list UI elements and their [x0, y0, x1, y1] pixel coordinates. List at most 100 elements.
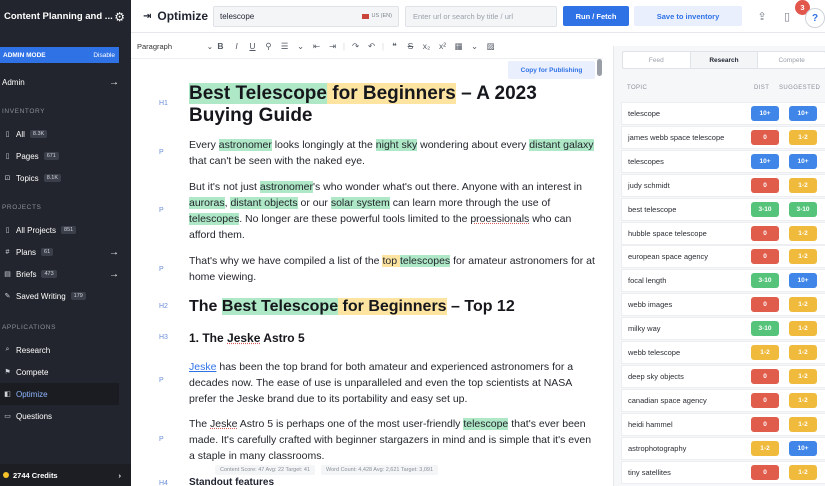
export-icon[interactable]: ⇪ — [754, 8, 770, 24]
text: Every — [189, 139, 219, 151]
run-fetch-button[interactable]: Run / Fetch — [563, 6, 629, 26]
topic-row[interactable]: best telescope 3-10 3-10 — [621, 197, 825, 221]
credits-footer[interactable]: 2744 Credits › — [0, 464, 131, 486]
top-bar: ⇥ Optimize telescope US (EN) Enter url o… — [131, 0, 825, 33]
copy-for-publishing-button[interactable]: Copy for Publishing — [508, 61, 595, 79]
heading-3[interactable]: 1. The Jeske Astro 5 — [189, 331, 595, 346]
device-icon[interactable]: ▯ — [779, 8, 795, 24]
topic-label: telescope — [628, 109, 661, 118]
briefs-icon: ▤ — [4, 271, 11, 278]
admin-disable-button[interactable]: Disable — [93, 52, 115, 59]
strikethrough-icon[interactable]: S — [403, 41, 418, 51]
topic-label: hubble space telescope — [628, 228, 707, 238]
topic-row[interactable]: james webb space telescope 0 1-2 — [621, 125, 825, 149]
heading-2[interactable]: The Best Telescope for Beginners – Top 1… — [189, 297, 595, 316]
save-to-inventory-button[interactable]: Save to inventory — [634, 6, 742, 26]
topic-row[interactable]: astrophotography 1-2 10+ — [621, 436, 825, 460]
sidebar-item-optimize[interactable]: ◧ Optimize — [0, 383, 119, 405]
paragraph[interactable]: Jeske has been the top brand for both am… — [189, 359, 595, 407]
topic-row[interactable]: milky way 3-10 1-2 — [621, 317, 825, 341]
sidebar-item-research[interactable]: ⌕ Research — [0, 339, 131, 361]
dist-badge: 0 — [751, 464, 779, 480]
link-icon[interactable]: ⚲ — [261, 41, 276, 52]
tab-compete[interactable]: Compete — [758, 52, 825, 68]
questions-icon: ▭ — [4, 413, 11, 420]
chevron-down-icon[interactable]: ⌄ — [467, 41, 482, 52]
italic-icon[interactable]: I — [229, 41, 244, 51]
sidebar-item-questions[interactable]: ▭ Questions — [0, 405, 131, 427]
sidebar-item-admin[interactable]: Admin → — [0, 71, 131, 93]
location-selector[interactable]: US (EN) — [372, 13, 392, 19]
topic-row[interactable]: focal length 3-10 10+ — [621, 269, 825, 293]
outdent-icon[interactable]: ⇤ — [309, 41, 324, 52]
paragraph[interactable]: But it's not just astronomer's who wonde… — [189, 179, 595, 243]
underline-icon[interactable]: U — [245, 41, 260, 51]
sidebar-item-all[interactable]: ▯ All 8.3K — [0, 123, 131, 145]
editor-toolbar: Paragraph ⌄ B I U ⚲ ☰ ⌄ ⇤ ⇥ | ↷ ↶ | ❝ S … — [131, 34, 603, 59]
count-badge: 671 — [43, 152, 59, 160]
sidebar-item-label: Topics — [16, 173, 39, 183]
paragraph[interactable]: That's why we have compiled a list of th… — [189, 253, 595, 285]
sidebar-item-compete[interactable]: ⚑ Compete — [0, 361, 131, 383]
sidebar-item-briefs[interactable]: ▤ Briefs 473 → — [0, 263, 131, 285]
spelling-error[interactable]: proessionals — [470, 213, 529, 225]
bold-icon[interactable]: B — [213, 41, 228, 51]
text: looks longingly at the — [271, 139, 376, 151]
projects-icon: ▯ — [5, 227, 10, 234]
heading-4[interactable]: Standout features — [189, 477, 595, 486]
indent-icon[interactable]: ⇥ — [325, 41, 340, 52]
spelling-error[interactable]: Jeske — [227, 331, 260, 345]
paragraph[interactable]: Every astronomer looks longingly at the … — [189, 137, 595, 169]
sidebar-item-saved-writing[interactable]: ✎ Saved Writing 179 — [0, 285, 131, 307]
topic-row[interactable]: european space agency 0 1-2 — [621, 245, 825, 269]
sidebar-item-label: Research — [16, 345, 51, 355]
undo-icon[interactable]: ↶ — [364, 41, 379, 52]
text: . No longer are these powerful tools lim… — [239, 213, 471, 225]
heading-text: – Top 12 — [446, 298, 515, 315]
chevron-down-icon[interactable]: ⌄ — [293, 41, 308, 52]
topic-row[interactable]: hubble space telescope 0 1-2 — [621, 221, 825, 245]
keyword-input[interactable]: telescope US (EN) — [213, 5, 399, 27]
topic-row[interactable]: deep sky objects 0 1-2 — [621, 364, 825, 388]
arrow-right-icon: → — [109, 246, 119, 258]
quote-icon[interactable]: ❝ — [387, 41, 402, 52]
spelling-error[interactable]: Jeske — [210, 418, 237, 430]
topic-row[interactable]: tiny satellites 0 1-2 — [621, 460, 825, 484]
editor-scrollbar[interactable] — [597, 59, 602, 76]
sidebar-item-topics[interactable]: ⊡ Topics 8.1K — [0, 167, 131, 189]
divider: | — [381, 41, 385, 51]
tab-feed[interactable]: Feed — [623, 52, 691, 68]
topic-row[interactable]: webb telescope 1-2 1-2 — [621, 341, 825, 364]
paragraph[interactable]: The Jeske Astro 5 is perhaps one of the … — [189, 416, 595, 464]
count-badge: 473 — [41, 270, 57, 278]
topic-row[interactable]: telescope 10+ 10+ — [621, 102, 825, 125]
topic-label: judy schmidt — [628, 180, 670, 190]
editor-canvas[interactable]: Copy for Publishing H1 Best Telescope fo… — [131, 59, 605, 486]
research-panel: Feed Research Compete TOPIC DIST SUGGEST… — [613, 46, 825, 486]
topic-row[interactable]: canadian space agency 0 1-2 — [621, 388, 825, 412]
list-icon[interactable]: ☰ — [277, 41, 292, 52]
image-icon[interactable]: ▨ — [483, 41, 498, 52]
sidebar-item-pages[interactable]: ▯ Pages 671 — [0, 145, 131, 167]
topic-row[interactable]: telescopes 10+ 10+ — [621, 149, 825, 173]
topic-row[interactable]: judy schmidt 0 1-2 — [621, 173, 825, 197]
sidebar-item-all-projects[interactable]: ▯ All Projects 851 — [0, 219, 131, 241]
keyword-highlight: Best Telescope — [189, 83, 327, 104]
heading-1[interactable]: Best Telescope for Beginners – A 2023 Bu… — [189, 83, 595, 127]
paragraph-style-select[interactable]: Paragraph ⌄ — [137, 42, 213, 51]
link[interactable]: Jeske — [189, 361, 216, 373]
sidebar-item-plans[interactable]: # Plans 61 → — [0, 241, 131, 263]
url-input[interactable]: Enter url or search by title / url — [405, 5, 557, 27]
tab-research[interactable]: Research — [690, 52, 759, 68]
table-icon[interactable]: ▦ — [451, 41, 466, 52]
gear-icon[interactable]: ⚙ — [114, 10, 125, 24]
subscript-icon[interactable]: x₂ — [419, 41, 434, 51]
topic-row[interactable]: webb images 0 1-2 — [621, 293, 825, 317]
sidebar-item-label: Compete — [16, 367, 49, 377]
column-header-suggested: SUGGESTED — [779, 85, 821, 91]
optimize-icon: ⇥ — [143, 10, 152, 22]
redo-icon[interactable]: ↷ — [348, 41, 363, 52]
superscript-icon[interactable]: x² — [435, 41, 450, 51]
topic-row[interactable]: heidi hammel 0 1-2 — [621, 412, 825, 436]
help-button[interactable]: ? — [805, 8, 825, 28]
